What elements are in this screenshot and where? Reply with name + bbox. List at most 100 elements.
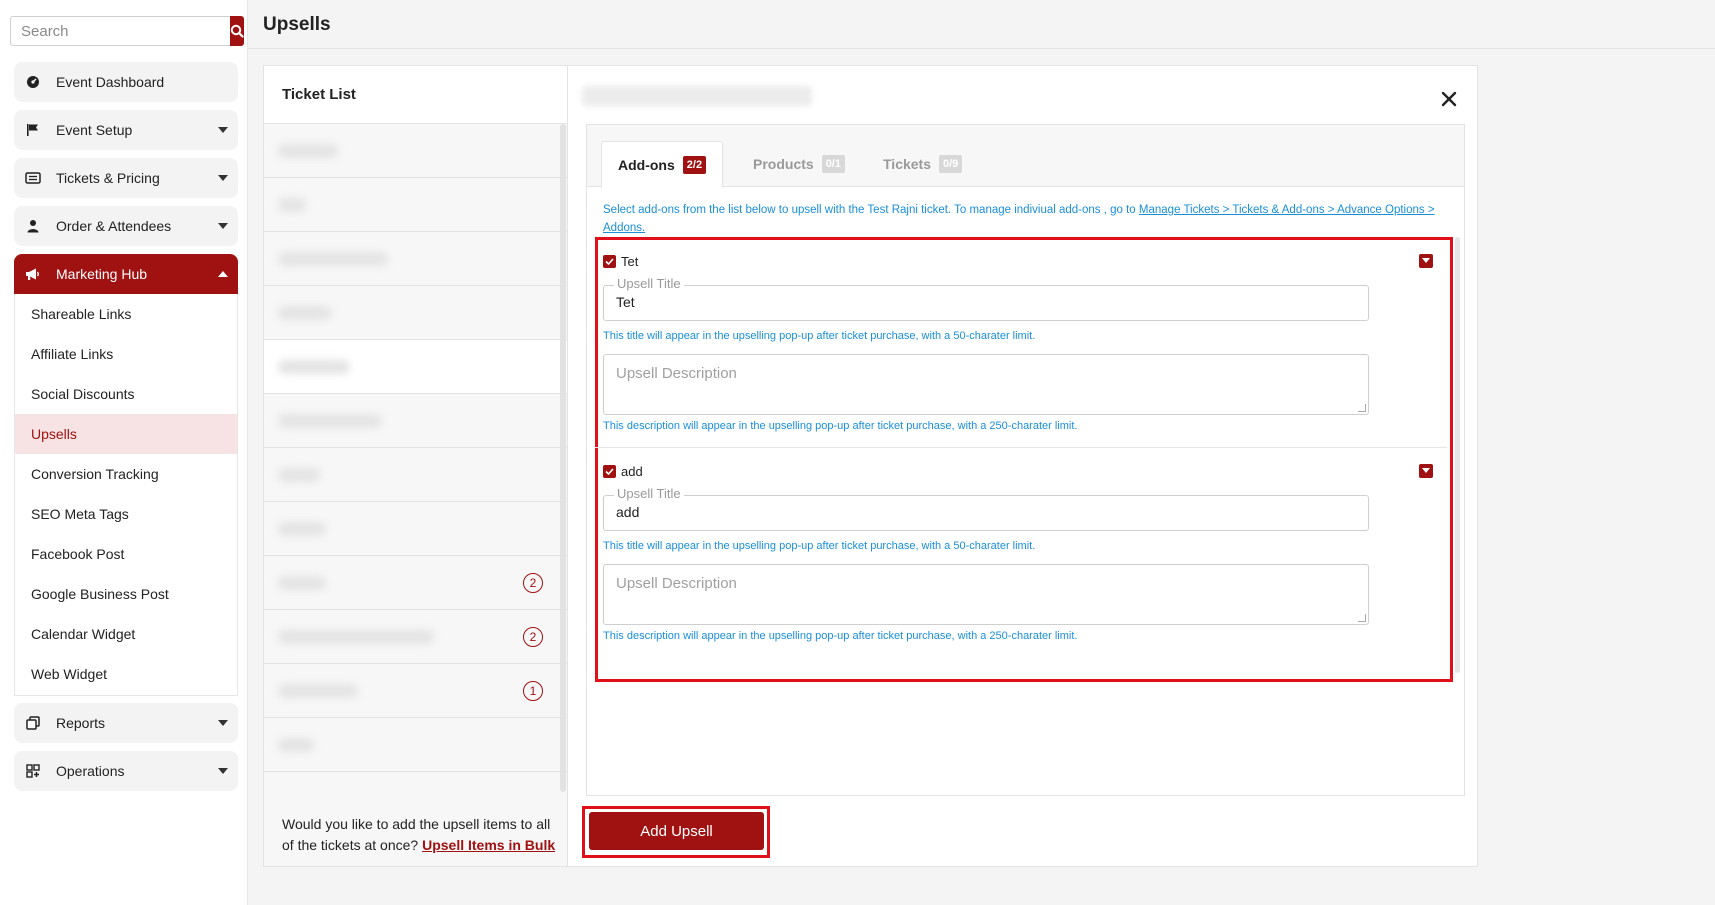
upsell-title-input[interactable] [616,294,1356,310]
header-divider [248,48,1715,49]
submenu-item-seo-meta-tags[interactable]: SEO Meta Tags [15,494,237,534]
addon-checkbox[interactable] [603,465,616,478]
submenu-item-social-discounts[interactable]: Social Discounts [15,374,237,414]
addon-name: add [621,464,643,479]
redacted-ticket-name [278,197,306,212]
upsell-title-field: Upsell Title [603,486,1369,531]
redacted-ticket-name [278,305,332,320]
addon-checkbox[interactable] [603,255,616,268]
sidebar-item-operations[interactable]: Operations [14,751,238,791]
upsell-title-legend: Upsell Title [614,276,684,291]
add-upsell-button[interactable]: Add Upsell [589,812,764,850]
submenu-item-facebook-post[interactable]: Facebook Post [15,534,237,574]
submenu-item-upsells[interactable]: Upsells [15,414,237,454]
ticket-list-scrollbar[interactable] [560,124,566,792]
tab-tickets[interactable]: Tickets 0/9 [867,141,978,187]
addon-collapse-button[interactable] [1419,464,1433,478]
ticket-row[interactable] [264,124,567,178]
upsell-bulk-link[interactable]: Upsell Items in Bulk [422,837,555,853]
redacted-ticket-name [278,521,326,536]
upsell-count-badge: 2 [523,573,543,593]
caret-down-icon [1422,468,1430,473]
ticket-row[interactable] [264,286,567,340]
sidebar-item-tickets-pricing[interactable]: Tickets & Pricing [14,158,238,198]
tab-label: Products [753,156,814,172]
chevron-down-icon [218,175,228,181]
upsell-title-input[interactable] [616,504,1356,520]
sidebar-item-reports[interactable]: Reports [14,703,238,743]
addon-collapse-button[interactable] [1419,254,1433,268]
close-button[interactable] [1436,86,1462,112]
tab-count-badge: 2/2 [682,155,707,174]
resize-grip-icon[interactable] [1358,404,1366,412]
upsell-description-hint: This description will appear in the upse… [603,630,1078,642]
upsell-description-field [603,354,1369,415]
submenu-item-conversion-tracking[interactable]: Conversion Tracking [15,454,237,494]
caret-down-icon [1422,258,1430,263]
sidebar-item-event-setup[interactable]: Event Setup [14,110,238,150]
checkmark-icon [605,258,614,266]
upsells-card: Ticket List 2 2 1 Would you like to add … [263,65,1478,867]
tab-products[interactable]: Products 0/1 [737,141,861,187]
addon-name: Tet [621,254,639,269]
submenu-item-google-business-post[interactable]: Google Business Post [15,574,237,614]
redacted-ticket-name [278,359,350,374]
sidebar-item-marketing-hub[interactable]: Marketing Hub [14,254,238,294]
chevron-down-icon [218,127,228,133]
copy-report-icon [24,714,42,732]
megaphone-icon [24,265,42,283]
sidebar-item-label: Marketing Hub [56,266,148,282]
highlight-box: Add Upsell [582,806,770,858]
submenu-item-label: Calendar Widget [31,626,136,642]
tab-add-ons[interactable]: Add-ons 2/2 [601,141,724,188]
submenu-item-label: Web Widget [31,666,107,682]
submenu-item-label: Google Business Post [31,586,169,602]
sidebar-item-label: Reports [56,715,106,731]
upsell-items-panel: Add-ons 2/2 Products 0/1 Tickets 0/9 Sel… [586,124,1465,796]
sidebar-item-event-dashboard[interactable]: Event Dashboard [14,62,238,102]
ticket-row[interactable] [264,394,567,448]
ticket-row[interactable] [264,178,567,232]
upsell-description-input[interactable] [604,565,1368,624]
search-box [10,16,244,46]
addons-info-text: Select add-ons from the list below to up… [603,201,1453,237]
redacted-ticket-name [278,683,358,698]
addon-divider [595,447,1447,448]
user-icon [24,217,42,235]
submenu-item-affiliate-links[interactable]: Affiliate Links [15,334,237,374]
addon-list: Tet Upsell Title This title will appear … [595,237,1464,682]
ticket-row[interactable] [264,502,567,556]
flag-icon [24,121,42,139]
upsell-title-hint: This title will appear in the upselling … [603,330,1036,342]
submenu-item-web-widget[interactable]: Web Widget [15,654,237,694]
ticket-row-selected[interactable] [264,340,567,394]
submenu-item-calendar-widget[interactable]: Calendar Widget [15,614,237,654]
submenu-item-label: Facebook Post [31,546,125,562]
tab-label: Add-ons [618,156,675,173]
ticket-row[interactable] [264,448,567,502]
ticket-row[interactable] [264,232,567,286]
submenu-item-label: Affiliate Links [31,346,114,362]
upsell-tabs: Add-ons 2/2 Products 0/1 Tickets 0/9 [587,125,1464,188]
tab-count-badge: 0/1 [821,155,845,173]
submenu-item-label: Shareable Links [31,306,132,322]
grid-plus-icon [24,762,42,780]
addon-list-scrollbar[interactable] [1455,237,1460,673]
page-title: Upsells [263,14,331,35]
checkmark-icon [605,468,614,476]
search-input[interactable] [10,16,230,46]
submenu-item-shareable-links[interactable]: Shareable Links [15,294,237,334]
dashboard-icon [24,73,42,91]
resize-grip-icon[interactable] [1358,614,1366,622]
ticket-row[interactable] [264,718,567,772]
sidebar-item-order-attendees[interactable]: Order & Attendees [14,206,238,246]
sidebar-item-label: Tickets & Pricing [56,170,160,186]
ticket-row[interactable]: 1 [264,664,567,718]
search-button[interactable] [230,16,244,46]
ticket-row[interactable]: 2 [264,556,567,610]
upsell-description-input[interactable] [604,355,1368,414]
sidebar-item-label: Operations [56,763,125,779]
chevron-down-icon [218,720,228,726]
ticket-row[interactable]: 2 [264,610,567,664]
upsell-title-field: Upsell Title [603,276,1369,321]
